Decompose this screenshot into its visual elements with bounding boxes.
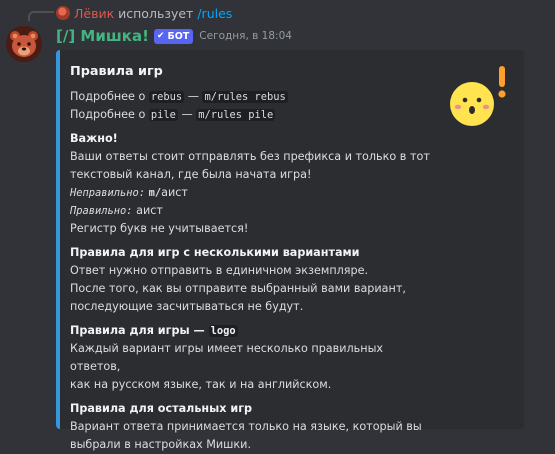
logo-line: Каждый вариант игры имеет несколько прав… bbox=[70, 342, 384, 373]
intro-line-rebus: Подробнее о rebus — m/rules rebus bbox=[70, 88, 430, 106]
bot-badge-label: БОТ bbox=[167, 30, 190, 42]
field-value-others: Вариант ответа принимается только на язы… bbox=[70, 418, 430, 454]
message-timestamp[interactable]: Сегодня, в 18:04 bbox=[199, 30, 292, 42]
case-note: Регистр букв не учитывается! bbox=[70, 222, 249, 235]
important-line: текстовый канал, где была начата игра! bbox=[70, 168, 312, 181]
field-multi: Правила для игр с несколькими вариантами… bbox=[70, 244, 430, 316]
reply-username[interactable]: Лёвик bbox=[74, 6, 114, 21]
intro-prefix: Подробнее о bbox=[70, 108, 149, 121]
embed-title: Правила игр bbox=[70, 64, 163, 79]
bear-avatar-icon[interactable] bbox=[6, 26, 42, 62]
field-name-logo: Правила для игры — logo bbox=[70, 322, 430, 340]
field-value-logo: Каждый вариант игры имеет несколько прав… bbox=[70, 340, 430, 394]
reply-text: использует bbox=[118, 5, 194, 21]
checkmark-icon: ✔ bbox=[156, 31, 165, 41]
reply-command[interactable]: /rules bbox=[197, 6, 232, 21]
code-rules-rebus: m/rules rebus bbox=[202, 91, 288, 103]
right-example: Правильно: аист bbox=[70, 202, 430, 220]
field-logo: Правила для игры — logo Каждый вариант и… bbox=[70, 322, 430, 394]
message-header: [/] Мишка! ✔ БОТ Сегодня, в 18:04 bbox=[56, 26, 292, 46]
code-rebus: rebus bbox=[148, 91, 185, 103]
bot-badge: ✔ БОТ bbox=[153, 28, 194, 44]
others-line: Вариант ответа принимается только на язы… bbox=[70, 420, 422, 433]
wrong-prefix: m/ bbox=[148, 187, 162, 199]
logo-name-prefix: Правила для игры — bbox=[70, 324, 209, 337]
intro-dash: — bbox=[177, 108, 197, 121]
code-pile: pile bbox=[148, 109, 178, 121]
field-important: Важно! Ваши ответы стоит отправлять без … bbox=[70, 130, 430, 238]
right-word: аист bbox=[136, 204, 163, 217]
multi-line: После того, как вы отправите выбранный в… bbox=[70, 282, 406, 295]
intro-line-pile: Подробнее о pile — m/rules pile bbox=[70, 106, 430, 124]
field-name-important: Важно! bbox=[70, 132, 118, 145]
right-label: Правильно: bbox=[70, 205, 133, 217]
field-value-important: Ваши ответы стоит отправлять без префикс… bbox=[70, 148, 430, 238]
field-value-multi: Ответ нужно отправить в единичном экземп… bbox=[70, 262, 430, 316]
field-others: Правила для остальных игр Вариант ответа… bbox=[70, 400, 430, 454]
rules-embed: Правила игр Подробнее о rebus — m/rules … bbox=[56, 50, 524, 451]
multi-line: Ответ нужно отправить в единичном экземп… bbox=[70, 264, 369, 277]
surprised-emoji-icon[interactable] bbox=[444, 62, 514, 132]
reply-reference[interactable]: Лёвик использует /rules bbox=[56, 4, 232, 22]
logo-line: как на русском языке, так и на английско… bbox=[70, 378, 332, 391]
field-name-others: Правила для остальных игр bbox=[70, 402, 253, 415]
intro-dash: — bbox=[184, 90, 203, 103]
intro-prefix: Подробнее о bbox=[70, 90, 149, 103]
code-rules-pile: m/rules pile bbox=[196, 109, 276, 121]
embed-content: Правила игр Подробнее о rebus — m/rules … bbox=[70, 64, 430, 454]
wrong-example: Неправильно: m/аист bbox=[70, 184, 430, 202]
user-avatar-icon[interactable] bbox=[56, 6, 70, 20]
others-line: выбрали в настройках Мишки. bbox=[70, 438, 251, 451]
important-line: Ваши ответы стоит отправлять без префикс… bbox=[70, 150, 430, 163]
multi-line: последующие засчитываться не будут. bbox=[70, 300, 304, 313]
wrong-word: аист bbox=[161, 186, 188, 199]
field-name-multi: Правила для игр с несколькими вариантами bbox=[70, 246, 360, 259]
reply-spine bbox=[28, 11, 54, 21]
wrong-label: Неправильно: bbox=[70, 187, 146, 199]
code-logo: logo bbox=[208, 325, 238, 337]
bot-username[interactable]: [/] Мишка! bbox=[56, 27, 149, 45]
